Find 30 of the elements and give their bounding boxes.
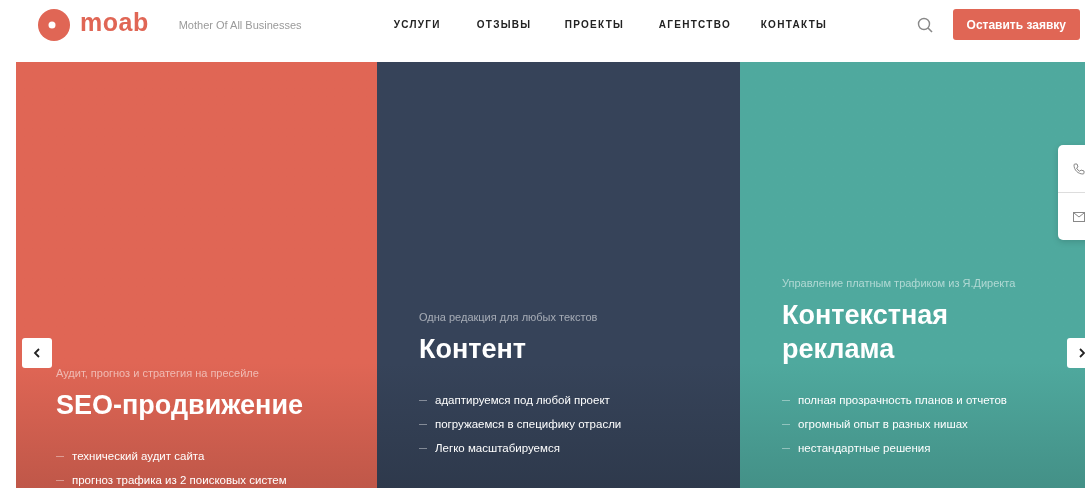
feature-text: полная прозрачность планов и отчетов: [798, 394, 1007, 406]
nav-link[interactable]: КОНТАКТЫ: [760, 19, 851, 30]
feature-text: погружаемся в специфику отрасли: [435, 418, 622, 430]
previous-button[interactable]: [22, 338, 52, 368]
card-title: Контекстная реклама: [782, 299, 949, 366]
nav-link[interactable]: ОТЗЫВЫ: [476, 19, 565, 30]
service-card[interactable]: Аудит, прогноз и стратегия на пресейле SEO-продвижение технический аудит сайта прогноз трафика из 2 поисковых систем: [16, 62, 377, 488]
logo-text: moab: [80, 8, 149, 37]
phone-icon[interactable]: [1073, 162, 1085, 175]
feature-text: адаптируемся под любой проект: [435, 394, 610, 406]
nav-link[interactable]: АГЕНТСТВО: [658, 19, 761, 30]
service-card[interactable]: Одна редакция для любых текстов Контент адаптируемся под любой проект погружаемся в специфику отрасли Легко масштабируемся: [377, 62, 740, 488]
tagline: Mother Of All Businesses: [178, 18, 303, 31]
chevron-left-icon: [33, 348, 41, 358]
card-title: Контент: [419, 333, 528, 366]
card-subtitle: Управление платным трафиком из Я.Директа: [782, 277, 1017, 289]
feature-text: прогноз трафика из 2 поисковых систем: [72, 474, 287, 486]
feature-text: огромный опыт в разных нишах: [798, 418, 968, 430]
chevron-right-icon: [1078, 348, 1085, 358]
feature-text: нестандартные решения: [798, 442, 931, 454]
mail-icon[interactable]: [1073, 211, 1085, 222]
card-subtitle: Одна редакция для любых текстов: [419, 311, 599, 323]
card-title: SEO-продвижение: [56, 389, 304, 422]
nav-link[interactable]: ПРОЕКТЫ: [564, 19, 659, 30]
feature-text: Легко масштабируемся: [435, 442, 560, 454]
logo-icon: [38, 8, 70, 41]
card-subtitle: Аудит, прогноз и стратегия на пресейле: [56, 367, 260, 379]
search-icon[interactable]: [916, 16, 933, 33]
nav-link[interactable]: УСЛУГИ: [393, 19, 477, 30]
feature-text: технический аудит сайта: [72, 450, 205, 462]
